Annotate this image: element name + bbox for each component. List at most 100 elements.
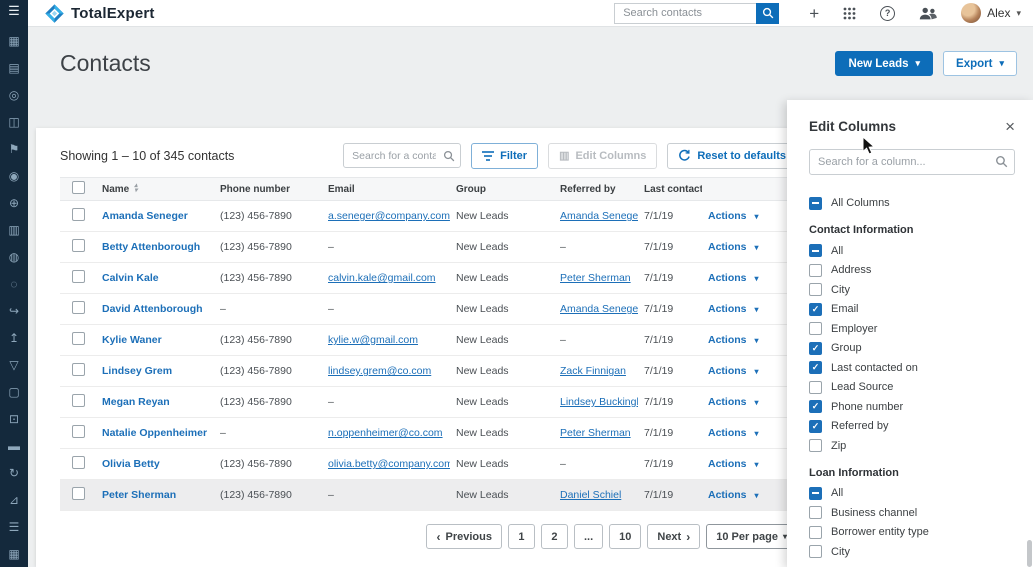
row-checkbox[interactable] xyxy=(72,363,85,376)
checkbox[interactable] xyxy=(809,283,822,296)
actions-menu-button[interactable]: Actions▾ xyxy=(708,458,759,470)
column-option[interactable]: City xyxy=(809,280,1015,300)
new-leads-button[interactable]: New Leads ▾ xyxy=(835,51,933,76)
checkbox[interactable] xyxy=(809,526,822,539)
column-option[interactable]: All xyxy=(809,241,1015,261)
checkbox[interactable] xyxy=(809,545,822,558)
table-row[interactable]: David Attenborough – – New Leads Amanda … xyxy=(60,294,797,325)
page-button-2[interactable]: 2 xyxy=(541,524,568,549)
journal-icon[interactable]: ▤ xyxy=(0,54,28,81)
email-link[interactable]: n.oppenheimer@co.com xyxy=(328,427,443,439)
documents-icon[interactable]: ▢ xyxy=(0,378,28,405)
column-option[interactable]: Borrower entity type xyxy=(809,523,1015,543)
previous-page-button[interactable]: ‹ Previous xyxy=(426,524,501,549)
table-row[interactable]: Lindsey Grem (123) 456-7890 lindsey.grem… xyxy=(60,356,797,387)
share-icon[interactable]: ↪ xyxy=(0,297,28,324)
hamburger-menu-icon[interactable]: ☰ xyxy=(0,0,28,21)
referred-by-link[interactable]: Peter Sherman xyxy=(560,427,631,439)
column-option[interactable]: Last contacted on xyxy=(809,358,1015,378)
monitor-icon[interactable]: ⊡ xyxy=(0,405,28,432)
table-row[interactable]: Megan Reyan (123) 456-7890 – New Leads L… xyxy=(60,387,797,418)
checkbox[interactable] xyxy=(809,303,822,316)
briefcase-icon[interactable]: ▬ xyxy=(0,432,28,459)
actions-menu-button[interactable]: Actions▾ xyxy=(708,303,759,315)
filter-button[interactable]: Filter xyxy=(471,143,538,169)
row-checkbox[interactable] xyxy=(72,270,85,283)
contact-name-link[interactable]: Betty Attenborough xyxy=(102,241,200,253)
focused-view-icon[interactable]: ◉ xyxy=(0,162,28,189)
col-header-name[interactable]: Name▴▾ xyxy=(96,178,214,201)
column-option[interactable]: Address xyxy=(809,261,1015,281)
export-arrow-icon[interactable]: ↥ xyxy=(0,324,28,351)
contact-name-link[interactable]: Calvin Kale xyxy=(102,272,159,284)
team-icon[interactable] xyxy=(919,7,937,20)
global-search-input[interactable] xyxy=(614,3,756,24)
checkbox[interactable] xyxy=(809,244,822,257)
contact-name-link[interactable]: Natalie Oppenheimer xyxy=(102,427,207,439)
column-option[interactable]: Employer xyxy=(809,319,1015,339)
dashboard-icon[interactable]: ▦ xyxy=(0,27,28,54)
page-button-1[interactable]: 1 xyxy=(508,524,535,549)
row-checkbox[interactable] xyxy=(72,208,85,221)
reset-defaults-button[interactable]: Reset to defaults xyxy=(667,143,797,169)
per-page-select[interactable]: 10 Per page ▾ xyxy=(706,524,797,549)
web-icon[interactable]: ⊕ xyxy=(0,189,28,216)
column-option[interactable]: Email xyxy=(809,300,1015,320)
actions-menu-button[interactable]: Actions▾ xyxy=(708,334,759,346)
checkbox[interactable] xyxy=(809,487,822,500)
column-option[interactable]: Phone number xyxy=(809,397,1015,417)
email-link[interactable]: – xyxy=(328,303,334,315)
contact-name-link[interactable]: David Attenborough xyxy=(102,303,203,315)
table-row[interactable]: Amanda Seneger (123) 456-7890 a.seneger@… xyxy=(60,201,797,232)
brand-logo[interactable]: TotalExpert xyxy=(44,3,155,24)
lookup-icon[interactable]: ◍ xyxy=(0,243,28,270)
checkbox[interactable] xyxy=(809,342,822,355)
email-link[interactable]: a.seneger@company.com xyxy=(328,210,450,222)
email-link[interactable]: kylie.w@gmail.com xyxy=(328,334,418,346)
table-row[interactable]: Calvin Kale (123) 456-7890 calvin.kale@g… xyxy=(60,263,797,294)
page-ellipsis[interactable]: ... xyxy=(574,524,603,549)
search-leads-icon[interactable]: ◎ xyxy=(0,81,28,108)
export-button[interactable]: Export ▾ xyxy=(943,51,1017,76)
table-row[interactable]: Betty Attenborough (123) 456-7890 – New … xyxy=(60,232,797,263)
help-icon[interactable]: ? xyxy=(880,6,895,21)
app-grid-icon[interactable] xyxy=(843,7,856,20)
email-link[interactable]: – xyxy=(328,241,334,253)
email-link[interactable]: – xyxy=(328,396,334,408)
checkbox[interactable] xyxy=(809,361,822,374)
row-checkbox[interactable] xyxy=(72,425,85,438)
row-checkbox[interactable] xyxy=(72,456,85,469)
table-row[interactable]: Olivia Betty (123) 456-7890 olivia.betty… xyxy=(60,449,797,480)
table-row[interactable]: Peter Sherman (123) 456-7890 – New Leads… xyxy=(60,480,797,511)
actions-menu-button[interactable]: Actions▾ xyxy=(708,365,759,377)
apps-icon[interactable]: ▦ xyxy=(0,540,28,567)
referred-by-link[interactable]: – xyxy=(560,334,566,346)
referred-by-link[interactable]: – xyxy=(560,241,566,253)
referred-by-link[interactable]: Amanda Seneger xyxy=(560,303,638,315)
goals-icon[interactable]: ◌ xyxy=(0,270,28,297)
actions-menu-button[interactable]: Actions▾ xyxy=(708,427,759,439)
row-checkbox[interactable] xyxy=(72,487,85,500)
sync-icon[interactable]: ↻ xyxy=(0,459,28,486)
email-link[interactable]: calvin.kale@gmail.com xyxy=(328,272,436,284)
column-option[interactable]: Lead Source xyxy=(809,378,1015,398)
column-option[interactable]: All xyxy=(809,484,1015,504)
actions-menu-button[interactable]: Actions▾ xyxy=(708,241,759,253)
page-button-10[interactable]: 10 xyxy=(609,524,641,549)
row-checkbox[interactable] xyxy=(72,394,85,407)
select-all-checkbox[interactable] xyxy=(72,181,85,194)
funnel-icon[interactable]: ▽ xyxy=(0,351,28,378)
checkbox[interactable] xyxy=(809,400,822,413)
row-checkbox[interactable] xyxy=(72,239,85,252)
column-option[interactable]: Group xyxy=(809,339,1015,359)
calendar-icon[interactable]: ▥ xyxy=(0,216,28,243)
checkbox[interactable] xyxy=(809,322,822,335)
contact-name-link[interactable]: Megan Reyan xyxy=(102,396,170,408)
profile-icon[interactable]: ☰ xyxy=(0,513,28,540)
email-link[interactable]: – xyxy=(328,489,334,501)
referred-by-link[interactable]: Zack Finnigan xyxy=(560,365,626,377)
referred-by-link[interactable]: Daniel Schiel xyxy=(560,489,621,501)
column-search-input[interactable] xyxy=(809,149,1015,175)
email-link[interactable]: lindsey.grem@co.com xyxy=(328,365,431,377)
referred-by-link[interactable]: Amanda Seneger xyxy=(560,210,638,222)
